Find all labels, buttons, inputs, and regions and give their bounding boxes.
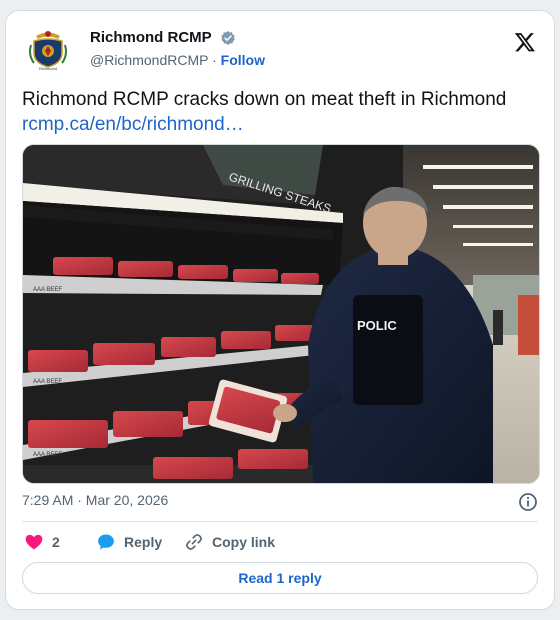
tweet-photo[interactable]: GRILLING STEAKS AAA BEEF AAA BEEF AAA BE…: [22, 144, 540, 484]
tweet-body: Richmond RCMP cracks down on meat theft …: [22, 87, 538, 137]
info-icon[interactable]: [518, 492, 538, 512]
shelf-label-1: AAA BEEF: [33, 287, 62, 293]
tweet-embed-card: Richmond Richmond RCMP @RichmondRCMP · F…: [5, 10, 555, 610]
read-replies-button[interactable]: Read 1 reply: [22, 562, 538, 594]
x-logo-icon[interactable]: [514, 31, 536, 53]
handle-separator: ·: [212, 52, 217, 68]
like-button[interactable]: 2: [24, 530, 60, 554]
copy-link-button[interactable]: Copy link: [184, 530, 275, 554]
crest-label: Richmond: [39, 66, 57, 71]
timestamp[interactable]: 7:29 AM · Mar 20, 2026: [22, 492, 168, 508]
heart-icon: [25, 534, 43, 550]
reply-button[interactable]: Reply: [96, 530, 162, 554]
verified-badge-icon: [221, 30, 236, 45]
shelf-label-3: AAA BEEF: [33, 452, 62, 458]
tweet-link[interactable]: rcmp.ca/en/bc/richmond…: [22, 112, 538, 137]
divider: [22, 521, 538, 522]
link-icon: [186, 534, 202, 550]
tweet-meta: 7:29 AM · Mar 20, 2026: [22, 492, 538, 512]
follow-button[interactable]: Follow: [221, 52, 265, 68]
shelf-label-2: AAA BEEF: [33, 379, 62, 385]
account-names: Richmond RCMP @RichmondRCMP · Follow: [90, 29, 265, 68]
like-count: 2: [52, 534, 60, 550]
tweet-actions: 2 Reply Copy link: [22, 530, 538, 554]
account-handle[interactable]: @RichmondRCMP: [90, 52, 208, 68]
rcmp-crest-avatar[interactable]: Richmond: [28, 27, 68, 71]
tweet-text: Richmond RCMP cracks down on meat theft …: [22, 89, 507, 110]
copy-link-label: Copy link: [212, 534, 276, 550]
display-name[interactable]: Richmond RCMP: [90, 29, 212, 46]
reply-label: Reply: [124, 534, 163, 550]
vest-text: POLIC: [357, 318, 397, 333]
grocery-meat-aisle-photo: GRILLING STEAKS AAA BEEF AAA BEEF AAA BE…: [23, 145, 539, 483]
reply-bubble-icon: [98, 534, 114, 550]
tweet-header: Richmond Richmond RCMP @RichmondRCMP · F…: [22, 25, 538, 73]
